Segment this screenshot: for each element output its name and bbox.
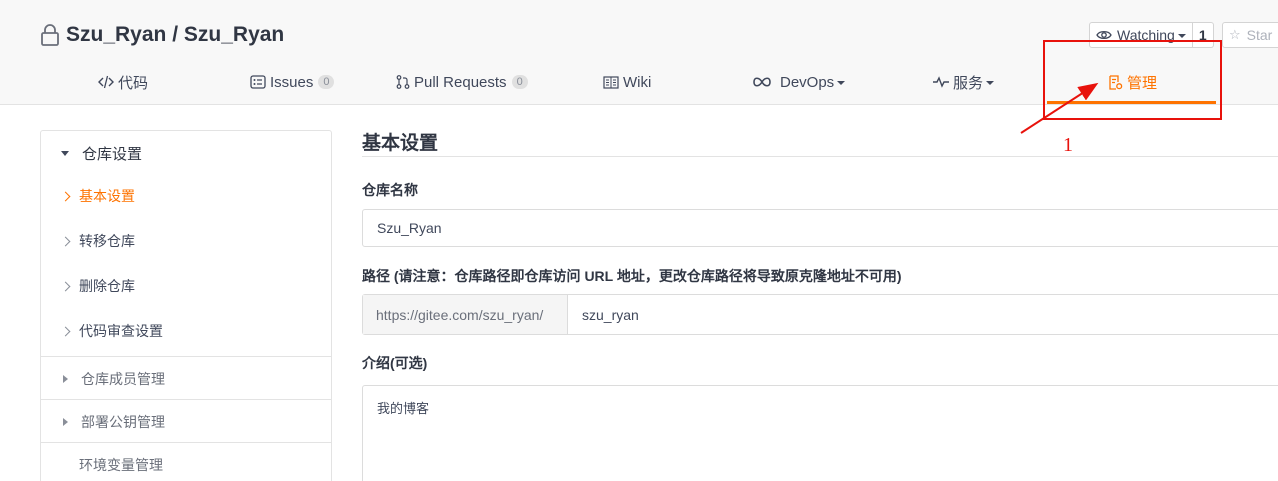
annotation-number: 1 xyxy=(1063,134,1073,156)
pull-request-icon xyxy=(396,75,410,89)
tab-pull-requests-label: Pull Requests xyxy=(414,73,507,91)
tab-code-label: 代码 xyxy=(118,74,149,92)
sidebar-group-deploy-keys[interactable]: 部署公钥管理 xyxy=(41,410,331,434)
path-label: 路径 (请注意：仓库路径即仓库访问 URL 地址，更改仓库路径将导致原克隆地址不… xyxy=(362,268,902,284)
tab-devops[interactable]: DevOps xyxy=(752,70,846,94)
star-button[interactable]: ☆ Star xyxy=(1222,22,1278,48)
pulse-icon xyxy=(933,76,949,88)
sidebar-divider xyxy=(41,399,331,400)
lock-icon xyxy=(40,24,60,46)
issues-count-badge: 0 xyxy=(318,75,335,89)
sidebar-group-env-vars[interactable]: 环境变量管理 xyxy=(41,453,331,477)
sidebar-item-label: 代码审查设置 xyxy=(79,323,163,339)
infinity-icon xyxy=(753,77,771,87)
sidebar-group-members[interactable]: 仓库成员管理 xyxy=(41,367,331,391)
chevron-right-icon xyxy=(60,326,71,336)
chevron-down-icon xyxy=(837,81,846,85)
intro-textarea[interactable]: 我的博客 xyxy=(362,385,1278,481)
chevron-right-icon xyxy=(60,281,71,291)
tab-wiki[interactable]: Wiki xyxy=(603,70,651,94)
sidebar-divider xyxy=(41,442,331,443)
caret-down-icon xyxy=(61,150,69,156)
tab-pull-requests[interactable]: Pull Requests 0 xyxy=(396,70,528,94)
caret-right-icon xyxy=(63,375,68,383)
sidebar-group-label: 环境变量管理 xyxy=(79,457,163,473)
sidebar-item-label: 转移仓库 xyxy=(79,233,135,249)
page-title: 基本设置 xyxy=(362,133,439,154)
repo-title-separator: / xyxy=(166,23,184,46)
repo-name-input[interactable]: Szu_Ryan xyxy=(362,209,1278,247)
book-icon xyxy=(603,75,619,89)
tab-services-label: 服务 xyxy=(953,74,984,92)
title-divider xyxy=(362,156,1278,157)
caret-right-icon xyxy=(63,418,68,426)
sidebar-item-code-review[interactable]: 代码审查设置 xyxy=(41,319,331,343)
tab-issues[interactable]: Issues 0 xyxy=(250,70,335,94)
sidebar-item-delete-repo[interactable]: 删除仓库 xyxy=(41,274,331,298)
sidebar-group-label: 部署公钥管理 xyxy=(81,414,165,430)
sidebar-section-repo-settings[interactable]: 仓库设置 xyxy=(41,141,331,165)
tab-issues-label: Issues xyxy=(270,73,314,91)
star-icon: ☆ xyxy=(1229,27,1241,42)
chevron-down-icon xyxy=(986,81,995,85)
chevron-right-icon xyxy=(60,236,71,246)
sidebar-item-label: 基本设置 xyxy=(79,188,135,204)
sidebar-item-transfer-repo[interactable]: 转移仓库 xyxy=(41,229,331,253)
code-icon xyxy=(98,75,114,89)
sidebar-divider xyxy=(41,356,331,357)
pull-requests-count-badge: 0 xyxy=(511,75,528,89)
tab-code[interactable]: 代码 xyxy=(98,70,148,94)
chevron-right-icon xyxy=(60,191,71,201)
issues-icon xyxy=(250,75,266,89)
intro-label: 介绍(可选) xyxy=(362,355,428,371)
tab-wiki-label: Wiki xyxy=(623,73,652,91)
sidebar-group-label: 仓库成员管理 xyxy=(81,371,165,387)
path-input[interactable]: szu_ryan xyxy=(568,295,639,334)
chevron-down-icon xyxy=(1177,34,1186,38)
annotation-highlight-box xyxy=(1043,40,1222,120)
tab-services[interactable]: 服务 xyxy=(933,70,995,94)
settings-sidebar: 仓库设置 基本设置 转移仓库 删除仓库 代码审查设置 仓库成员管理 部署公钥管理… xyxy=(40,130,332,481)
repo-owner-link[interactable]: Szu_Ryan xyxy=(66,23,166,47)
path-input-group: https://gitee.com/szu_ryan/ szu_ryan xyxy=(362,294,1278,335)
sidebar-item-label: 删除仓库 xyxy=(79,278,135,294)
path-prefix: https://gitee.com/szu_ryan/ xyxy=(363,295,568,334)
sidebar-item-basic-settings[interactable]: 基本设置 xyxy=(41,184,331,208)
sidebar-section-label: 仓库设置 xyxy=(82,145,143,163)
star-label: Star xyxy=(1246,27,1273,43)
repo-name-label: 仓库名称 xyxy=(362,182,418,198)
repo-title: Szu_Ryan / Szu_Ryan xyxy=(40,22,284,48)
repo-name-link[interactable]: Szu_Ryan xyxy=(184,23,284,47)
tab-devops-label: DevOps xyxy=(780,73,835,91)
